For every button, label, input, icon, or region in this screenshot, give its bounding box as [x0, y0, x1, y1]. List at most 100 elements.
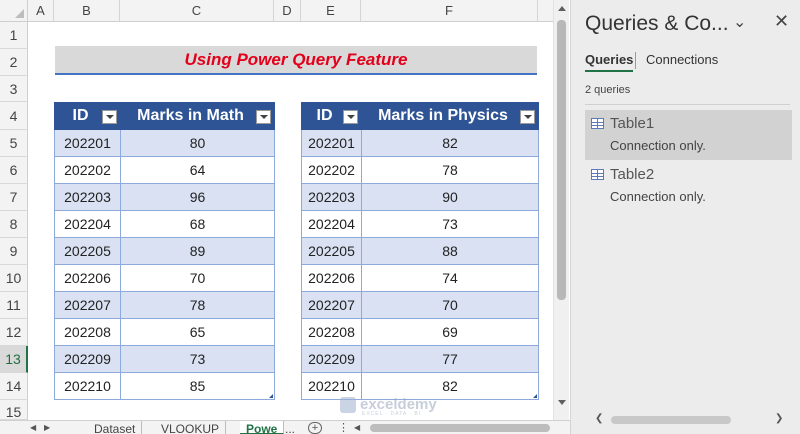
column-header-c[interactable]: C — [120, 0, 274, 22]
column-header-g[interactable] — [538, 0, 553, 22]
math-id-cell[interactable]: 202210 — [54, 372, 121, 400]
table-row: 202203 96 — [54, 183, 275, 211]
scroll-left-icon[interactable]: ◀ — [354, 423, 360, 432]
query-item-table2[interactable]: Table2 Connection only. — [585, 161, 792, 211]
row-header-14[interactable]: 14 — [0, 373, 28, 400]
row-header-5[interactable]: 5 — [0, 130, 28, 157]
row-header-1[interactable]: 1 — [0, 22, 28, 49]
scroll-down-icon[interactable] — [558, 400, 566, 405]
column-header-e[interactable]: E — [301, 0, 361, 22]
math-marks-cell[interactable]: 80 — [120, 129, 275, 157]
physics-id-cell[interactable]: 202208 — [301, 318, 362, 346]
query-item-table1[interactable]: Table1 Connection only. — [585, 110, 792, 160]
filter-dropdown-icon[interactable] — [343, 110, 358, 124]
physics-id-cell[interactable]: 202205 — [301, 237, 362, 265]
math-marks-cell[interactable]: 78 — [120, 291, 275, 319]
sheet-tab-vlookup[interactable]: VLOOKUP — [155, 421, 227, 434]
math-marks-cell[interactable]: 70 — [120, 264, 275, 292]
horizontal-scroll-thumb[interactable] — [370, 424, 550, 432]
math-marks-cell[interactable]: 89 — [120, 237, 275, 265]
scroll-up-icon[interactable] — [558, 6, 566, 11]
math-marks-cell[interactable]: 65 — [120, 318, 275, 346]
row-header-15[interactable]: 15 — [0, 400, 28, 420]
math-id-cell[interactable]: 202203 — [54, 183, 121, 211]
table-resize-handle[interactable] — [269, 394, 273, 398]
close-icon[interactable]: ✕ — [774, 11, 789, 32]
row-header-8[interactable]: 8 — [0, 211, 28, 238]
sheet-tab-more[interactable]: ... — [283, 421, 297, 434]
math-id-cell[interactable]: 202204 — [54, 210, 121, 238]
row-header-13[interactable]: 13 — [0, 346, 28, 373]
math-id-cell[interactable]: 202206 — [54, 264, 121, 292]
chevron-down-icon[interactable]: ⌄ — [733, 12, 746, 32]
math-id-cell[interactable]: 202201 — [54, 129, 121, 157]
physics-id-header[interactable]: ID — [301, 102, 362, 130]
table-row: 202204 68 — [54, 210, 275, 238]
physics-marks-header[interactable]: Marks in Physics — [361, 102, 539, 130]
math-marks-header[interactable]: Marks in Math — [120, 102, 275, 130]
vertical-scrollbar[interactable] — [553, 0, 569, 420]
math-id-cell[interactable]: 202207 — [54, 291, 121, 319]
math-marks-cell[interactable]: 85 — [120, 372, 275, 400]
physics-id-cell[interactable]: 202204 — [301, 210, 362, 238]
physics-marks-cell[interactable]: 73 — [361, 210, 539, 238]
pane-horizontal-scrollbar[interactable]: ❮ ❯ — [585, 413, 790, 427]
row-header-9[interactable]: 9 — [0, 238, 28, 265]
math-id-cell[interactable]: 202209 — [54, 345, 121, 373]
filter-dropdown-icon[interactable] — [520, 110, 535, 124]
prev-sheet-icon[interactable]: ◀ — [30, 423, 36, 432]
physics-id-cell[interactable]: 202207 — [301, 291, 362, 319]
filter-dropdown-icon[interactable] — [256, 110, 271, 124]
column-header-f[interactable]: F — [361, 0, 538, 22]
add-sheet-icon[interactable]: + — [308, 422, 322, 434]
physics-id-cell[interactable]: 202201 — [301, 129, 362, 157]
math-id-cell[interactable]: 202208 — [54, 318, 121, 346]
row-header-4[interactable]: 4 — [0, 102, 28, 130]
scroll-left-icon[interactable]: ❮ — [595, 413, 603, 424]
math-marks-cell[interactable]: 64 — [120, 156, 275, 184]
sheet-tab-dataset[interactable]: Dataset — [88, 421, 143, 434]
tab-queries[interactable]: Queries — [585, 52, 634, 72]
physics-id-cell[interactable]: 202209 — [301, 345, 362, 373]
physics-marks-cell[interactable]: 74 — [361, 264, 539, 292]
filter-dropdown-icon[interactable] — [102, 110, 117, 124]
select-all-corner[interactable] — [0, 0, 28, 22]
math-id-header[interactable]: ID — [54, 102, 121, 130]
table-resize-handle[interactable] — [533, 394, 537, 398]
vertical-scroll-thumb[interactable] — [557, 20, 566, 300]
column-header-a[interactable]: A — [28, 0, 54, 22]
more-options-icon[interactable]: ⋮ — [338, 421, 349, 434]
sheet-tab-power-query[interactable]: Powe — [240, 421, 285, 434]
row-header-7[interactable]: 7 — [0, 184, 28, 211]
row-header-3[interactable]: 3 — [0, 76, 28, 102]
row-header-10[interactable]: 10 — [0, 265, 28, 292]
physics-marks-cell[interactable]: 82 — [361, 129, 539, 157]
scroll-right-icon[interactable]: ❯ — [775, 413, 783, 424]
physics-marks-cell[interactable]: 69 — [361, 318, 539, 346]
row-header-12[interactable]: 12 — [0, 319, 28, 346]
next-sheet-icon[interactable]: ▶ — [44, 423, 50, 432]
query-status: Connection only. — [610, 189, 706, 204]
tab-connections[interactable]: Connections — [646, 52, 718, 67]
math-marks-cell[interactable]: 73 — [120, 345, 275, 373]
column-header-b[interactable]: B — [54, 0, 120, 22]
physics-marks-cell[interactable]: 88 — [361, 237, 539, 265]
physics-id-cell[interactable]: 202203 — [301, 183, 362, 211]
math-marks-cell[interactable]: 68 — [120, 210, 275, 238]
row-header-2[interactable]: 2 — [0, 49, 28, 76]
physics-marks-cell[interactable]: 77 — [361, 345, 539, 373]
row-header-6[interactable]: 6 — [0, 157, 28, 184]
physics-id-cell[interactable]: 202206 — [301, 264, 362, 292]
physics-id-cell[interactable]: 202202 — [301, 156, 362, 184]
math-marks-cell[interactable]: 96 — [120, 183, 275, 211]
physics-marks-cell[interactable]: 70 — [361, 291, 539, 319]
spreadsheet-grid[interactable]: A B C D E F 1 2 3 4 5 6 7 8 9 10 11 12 1… — [0, 0, 553, 420]
column-header-d[interactable]: D — [274, 0, 301, 22]
physics-marks-cell[interactable]: 90 — [361, 183, 539, 211]
physics-marks-cell[interactable]: 78 — [361, 156, 539, 184]
pane-scroll-thumb[interactable] — [611, 416, 731, 424]
table-row: 202207 78 — [54, 291, 275, 319]
row-header-11[interactable]: 11 — [0, 292, 28, 319]
math-id-cell[interactable]: 202205 — [54, 237, 121, 265]
math-id-cell[interactable]: 202202 — [54, 156, 121, 184]
